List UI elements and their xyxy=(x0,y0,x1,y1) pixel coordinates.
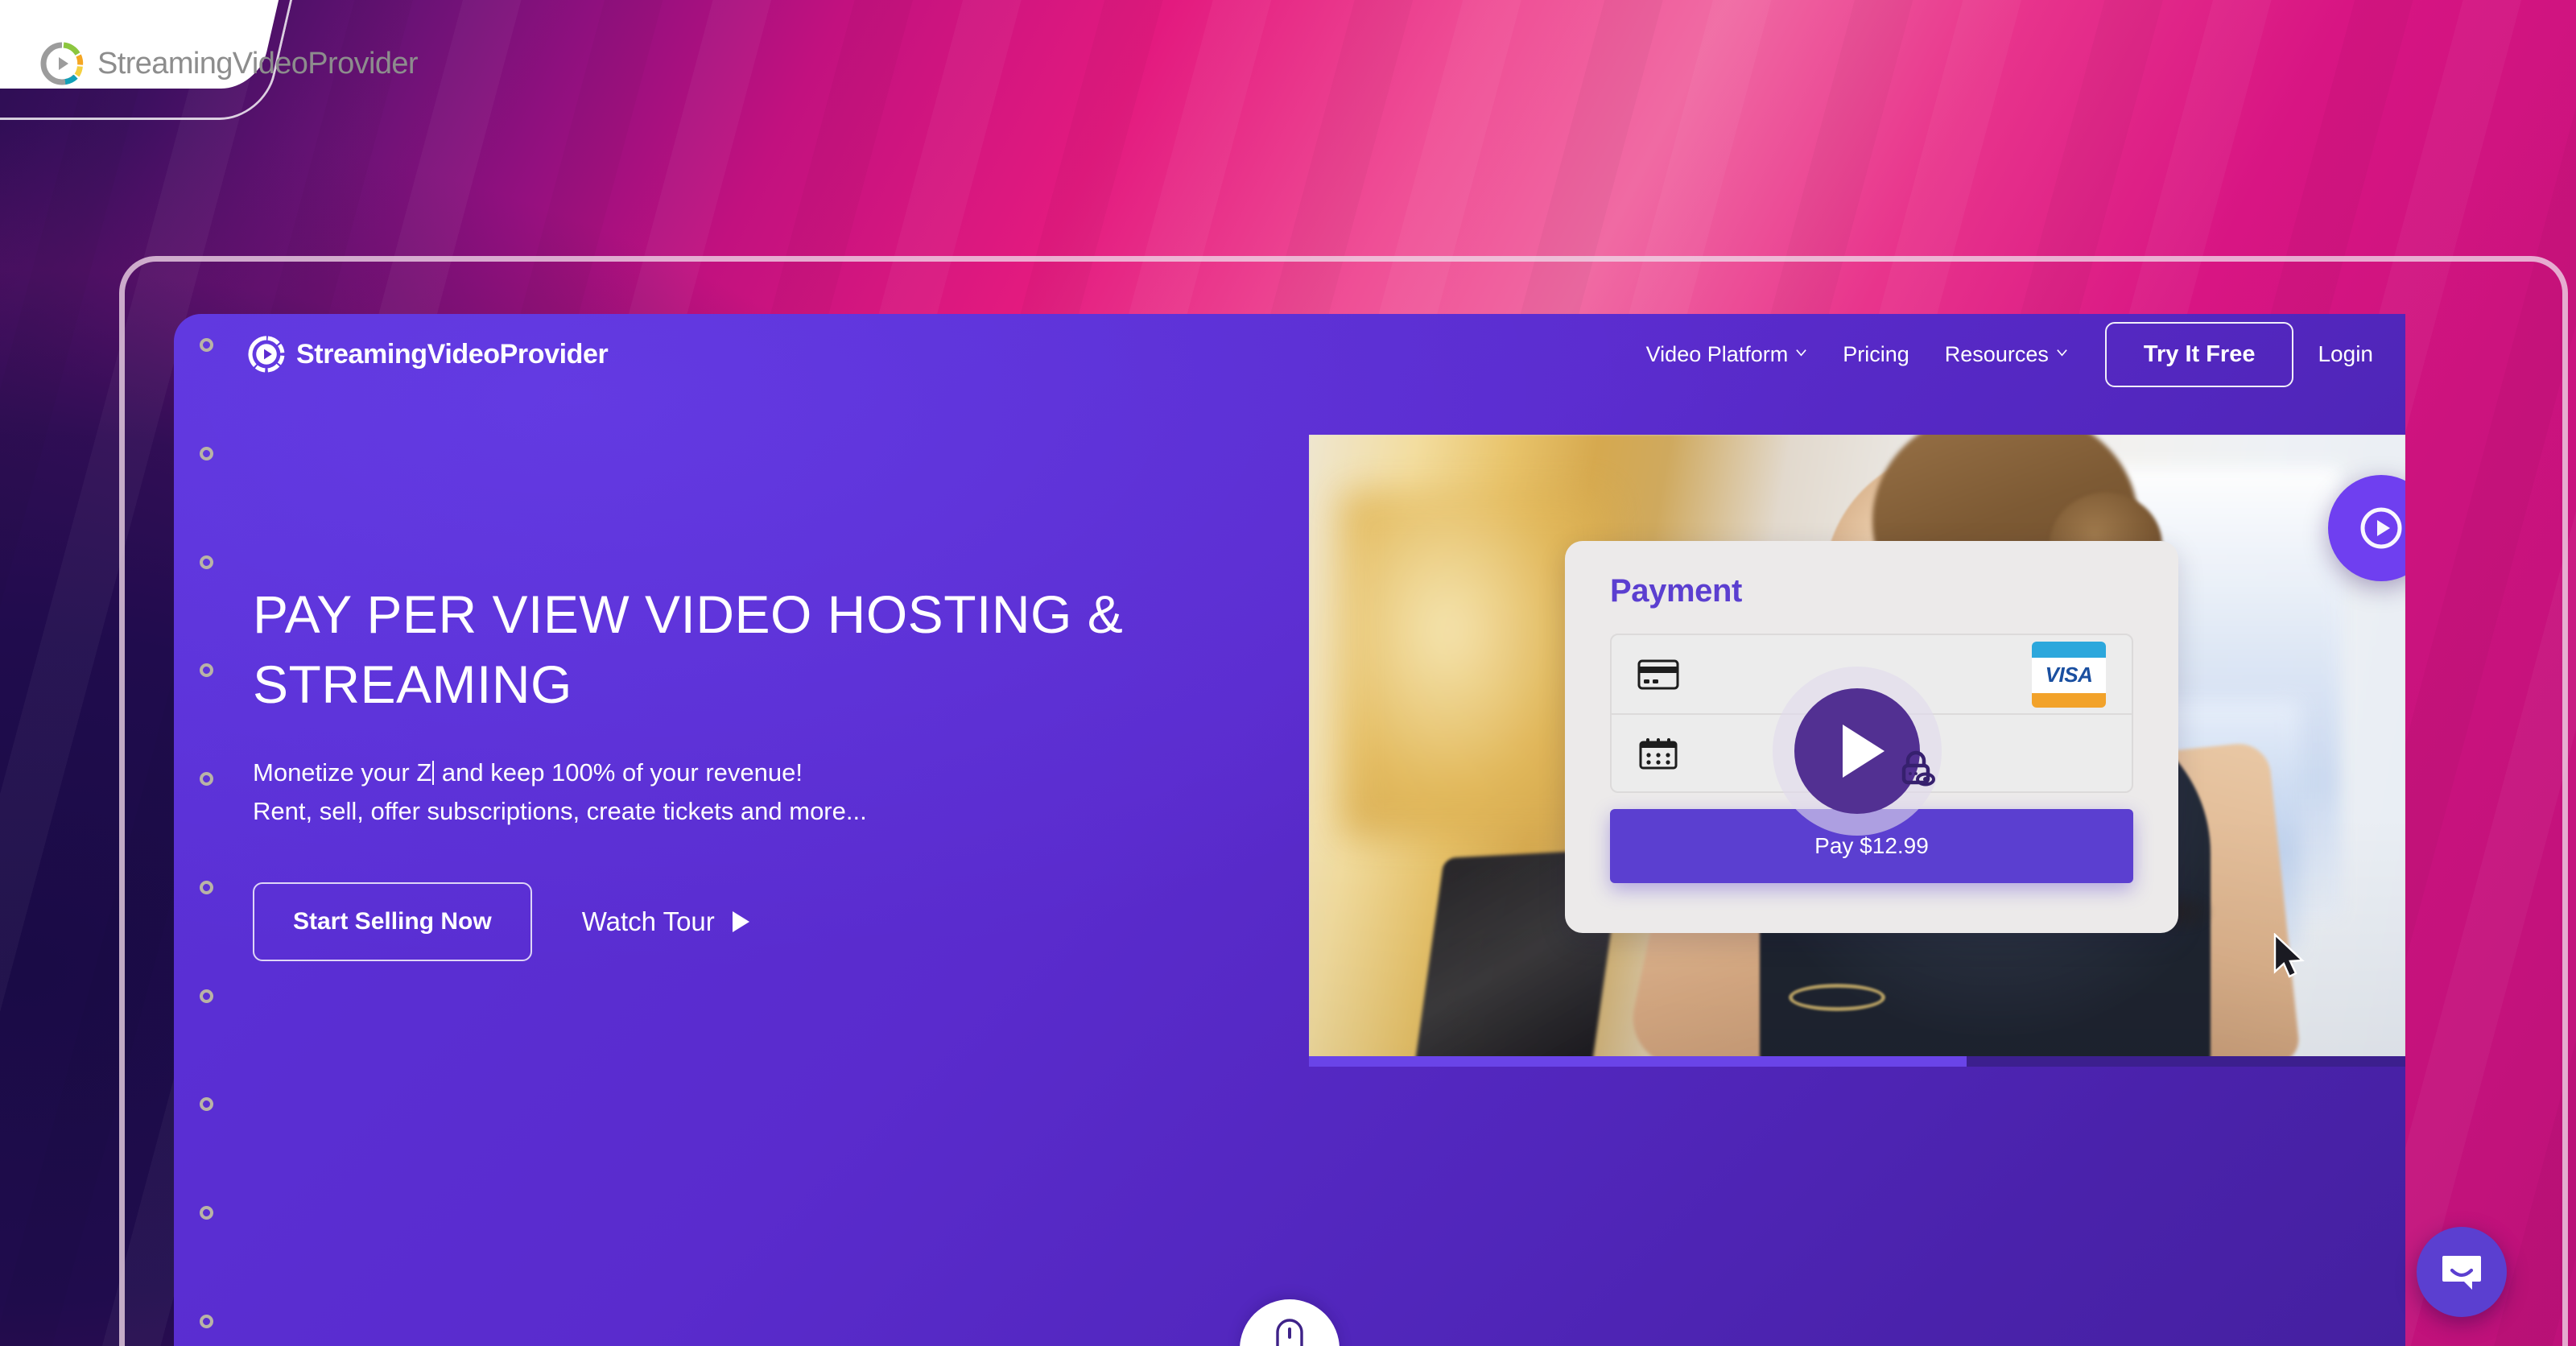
hero-cta-row: Start Selling Now Watch Tour xyxy=(253,882,1299,962)
chevron-down-icon xyxy=(1795,346,1807,358)
site-brand-logo[interactable]: StreamingVideoProvider xyxy=(248,336,609,373)
bullet-dot-icon xyxy=(199,555,213,569)
lock-eye-icon xyxy=(1895,747,1937,789)
nav-item-label: Resources xyxy=(1944,341,2049,366)
video-play-overlay[interactable] xyxy=(1773,666,1942,836)
hero-subtitle-prefix: Monetize your xyxy=(253,758,417,787)
scroll-down-indicator[interactable] xyxy=(1240,1299,1340,1346)
video-progress-bar[interactable] xyxy=(1309,1056,2405,1067)
mouse-pointer-icon xyxy=(2272,933,2309,980)
video-progress-fill xyxy=(1309,1056,1967,1067)
credit-card-icon xyxy=(1637,658,1679,692)
nav-item-label: Pricing xyxy=(1843,341,1909,366)
left-dot-rail xyxy=(190,338,222,1328)
bullet-dot-icon xyxy=(199,446,213,460)
calendar-icon xyxy=(1637,737,1679,770)
visa-logo-icon: VISA xyxy=(2032,641,2106,708)
nav-item-video-platform[interactable]: Video Platform xyxy=(1629,334,1826,375)
payment-card-title: Payment xyxy=(1610,573,1742,609)
page-title: PAY PER VIEW VIDEO HOSTING & STREAMING xyxy=(253,584,1124,715)
visa-label: VISA xyxy=(2032,657,2106,693)
page-stage: StreamingVideoProvider StreamingVideoPro… xyxy=(0,0,2576,1346)
site-brand-wordmark: StreamingVideoProvider xyxy=(296,338,609,370)
chat-launcher-button[interactable] xyxy=(2417,1227,2507,1317)
hero-subtitle-line-1: Monetize your Z and keep 100% of your re… xyxy=(253,754,1299,792)
chat-bubble-smile-icon xyxy=(2442,1256,2481,1290)
nav-item-resources[interactable]: Resources xyxy=(1927,334,2086,375)
try-it-free-button[interactable]: Try It Free xyxy=(2104,321,2294,387)
bullet-dot-icon xyxy=(199,989,213,1003)
nav-links: Video Platform Pricing Resources Try It … xyxy=(1629,321,2405,387)
hero-typed-word: Z xyxy=(416,758,432,787)
outer-brand-logo[interactable]: StreamingVideoProvider xyxy=(40,42,419,85)
nav-item-label: Video Platform xyxy=(1645,341,1789,366)
bullet-dot-icon xyxy=(199,1206,213,1220)
login-link[interactable]: Login xyxy=(2318,341,2405,367)
nav-item-pricing[interactable]: Pricing xyxy=(1825,334,1927,375)
hero-section: PAY PER VIEW VIDEO HOSTING & STREAMING M… xyxy=(253,580,1299,962)
bullet-dot-icon xyxy=(199,772,213,787)
bullet-dot-icon xyxy=(199,880,213,894)
hero-video-player[interactable]: Payment VISA Pay $12.99 xyxy=(1309,435,2405,1067)
typewriter-caret xyxy=(432,761,435,786)
play-triangle-icon xyxy=(1843,724,1885,778)
bullet-dot-icon xyxy=(199,1314,213,1328)
play-triangle-icon xyxy=(732,911,749,933)
play-circle-icon xyxy=(2360,507,2402,549)
browser-content-area: StreamingVideoProvider Video Platform Pr… xyxy=(174,314,2405,1346)
hero-subtitle-line-2: Rent, sell, offer subscriptions, create … xyxy=(253,797,867,826)
chevron-down-icon xyxy=(2056,346,2068,358)
bullet-dot-icon xyxy=(199,663,213,678)
bullet-dot-icon xyxy=(199,1097,213,1112)
hero-subtitle-suffix: and keep 100% of your revenue! xyxy=(435,758,803,787)
play-circle-logo-icon xyxy=(248,336,285,373)
watch-tour-link[interactable]: Watch Tour xyxy=(582,906,749,937)
play-circle-logo-icon xyxy=(40,42,84,85)
outer-brand-wordmark: StreamingVideoProvider xyxy=(97,46,419,81)
start-selling-now-button[interactable]: Start Selling Now xyxy=(253,882,532,962)
scroll-mouse-icon xyxy=(1276,1319,1303,1346)
bullet-dot-icon xyxy=(199,338,213,352)
watch-tour-label: Watch Tour xyxy=(581,906,715,937)
site-navigation-bar: StreamingVideoProvider Video Platform Pr… xyxy=(174,314,2405,394)
